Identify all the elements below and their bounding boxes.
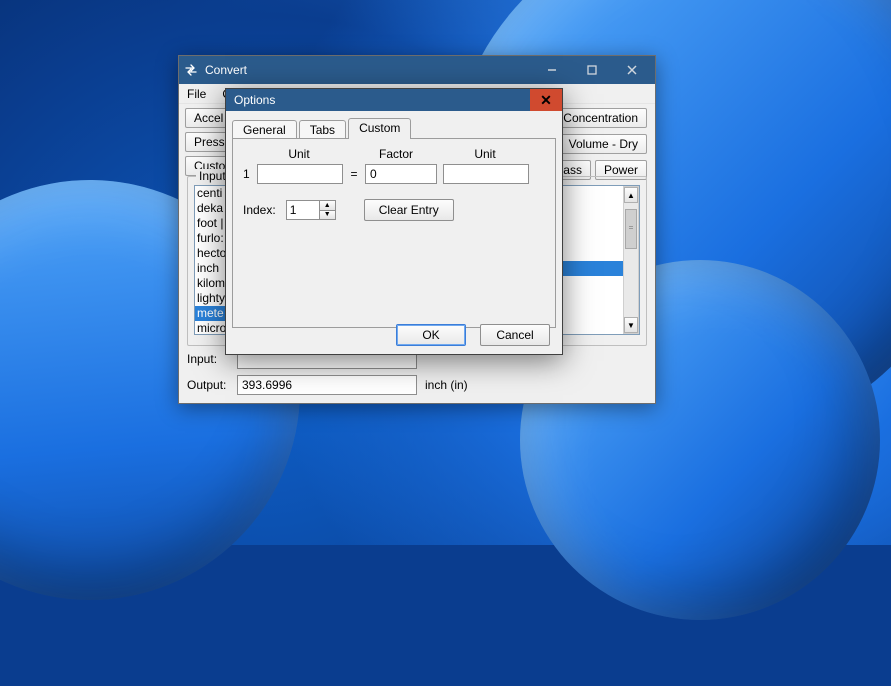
output-label: Output: bbox=[187, 378, 229, 392]
dialog-buttons: OK Cancel bbox=[396, 324, 550, 346]
header-unit-b: Unit bbox=[441, 147, 529, 161]
output-unit-label: inch (in) bbox=[425, 378, 468, 392]
close-icon[interactable]: ✕ bbox=[530, 89, 562, 111]
category-right-column: Concentration Volume - Dry lass Power bbox=[552, 108, 647, 184]
scrollbar[interactable]: ▲ ▼ bbox=[623, 186, 639, 334]
dialog-titlebar[interactable]: Options ✕ bbox=[226, 89, 562, 111]
tabstrip: General Tabs Custom bbox=[232, 117, 556, 138]
scroll-up-button[interactable]: ▲ bbox=[624, 187, 638, 203]
category-volume-dry[interactable]: Volume - Dry bbox=[560, 134, 647, 154]
tab-tabs[interactable]: Tabs bbox=[299, 120, 346, 139]
tab-general[interactable]: General bbox=[232, 120, 297, 139]
app-icon bbox=[183, 62, 199, 78]
spin-up-icon[interactable]: ▲ bbox=[319, 201, 335, 211]
dialog-title: Options bbox=[234, 93, 530, 107]
groupbox-legend: Input bbox=[196, 169, 229, 183]
scroll-down-button[interactable]: ▼ bbox=[624, 317, 638, 333]
row-number: 1 bbox=[243, 167, 251, 181]
equals-label: = bbox=[349, 167, 359, 181]
ok-button[interactable]: OK bbox=[396, 324, 466, 346]
index-spinner[interactable]: ▲ ▼ bbox=[286, 200, 336, 220]
clear-entry-button[interactable]: Clear Entry bbox=[364, 199, 454, 221]
input-label: Input: bbox=[187, 352, 229, 366]
spin-down-icon[interactable]: ▼ bbox=[319, 211, 335, 220]
category-concentration[interactable]: Concentration bbox=[554, 108, 647, 128]
minimize-button[interactable] bbox=[533, 59, 571, 81]
index-label: Index: bbox=[243, 203, 276, 217]
close-button[interactable] bbox=[613, 59, 651, 81]
unit-a-field[interactable] bbox=[257, 164, 343, 184]
tab-panel-custom: Unit Factor Unit 1 = Index: ▲ ▼ Clear En bbox=[232, 138, 556, 328]
tab-custom[interactable]: Custom bbox=[348, 118, 411, 139]
custom-entry-row: 1 = bbox=[243, 163, 545, 185]
maximize-button[interactable] bbox=[573, 59, 611, 81]
titlebar[interactable]: Convert bbox=[179, 56, 655, 84]
factor-field[interactable] bbox=[365, 164, 437, 184]
header-unit-a: Unit bbox=[255, 147, 343, 161]
header-factor: Factor bbox=[357, 147, 435, 161]
index-value[interactable] bbox=[287, 202, 317, 218]
unit-b-field[interactable] bbox=[443, 164, 529, 184]
scroll-thumb[interactable] bbox=[625, 209, 637, 249]
output-value-field[interactable] bbox=[237, 375, 417, 395]
window-title: Convert bbox=[205, 63, 531, 77]
menu-file[interactable]: File bbox=[183, 86, 210, 102]
cancel-button[interactable]: Cancel bbox=[480, 324, 550, 346]
options-dialog: Options ✕ General Tabs Custom Unit Facto… bbox=[225, 88, 563, 355]
column-headers: Unit Factor Unit bbox=[243, 147, 545, 161]
